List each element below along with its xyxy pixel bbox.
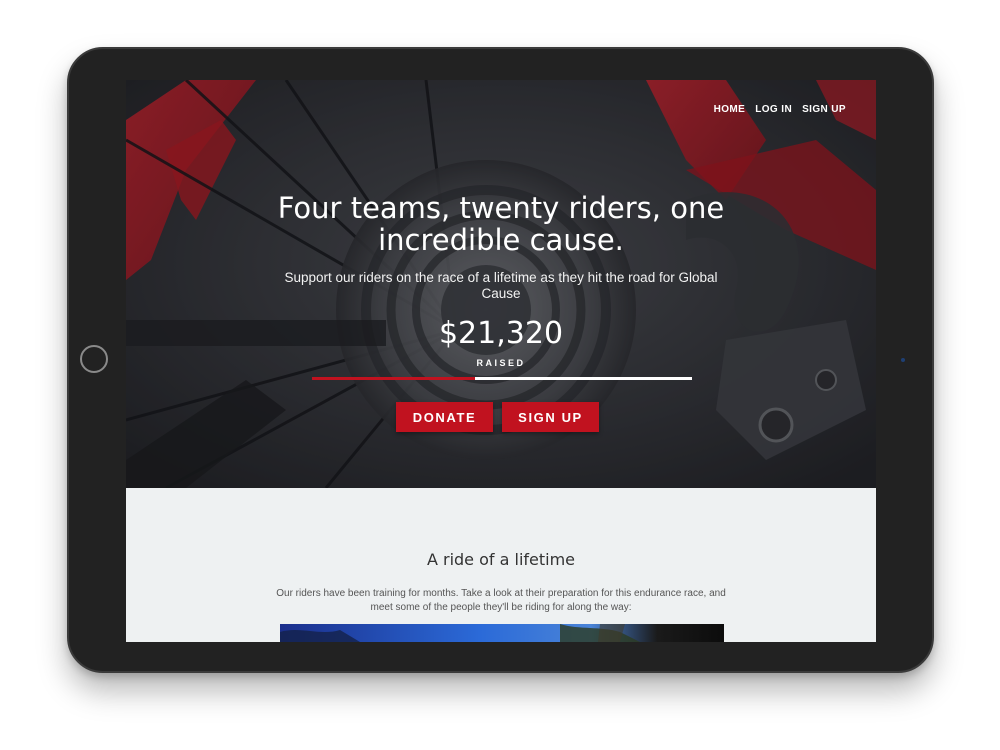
- raised-amount: $21,320: [438, 316, 564, 351]
- progress-fill: [312, 377, 476, 380]
- nav-login-link[interactable]: LOG IN: [755, 104, 792, 115]
- hero-title: Four teams, twenty riders, one incredibl…: [277, 191, 725, 257]
- top-nav: HOME LOG IN SIGN UP: [714, 104, 846, 115]
- fundraising-progress-bar: [312, 377, 692, 380]
- screen: HOME LOG IN SIGN UP Four teams, twenty r…: [126, 80, 876, 642]
- raised-label: RAISED: [476, 358, 526, 368]
- video-thumbnail-image: [280, 624, 724, 642]
- section-title: A ride of a lifetime: [426, 550, 576, 569]
- camera-dot: [901, 358, 905, 362]
- donate-button[interactable]: DONATE: [396, 402, 493, 432]
- section-body-text: Our riders have been training for months…: [276, 588, 726, 613]
- hero-section: HOME LOG IN SIGN UP Four teams, twenty r…: [126, 80, 876, 488]
- hero-subtitle: Support our riders on the race of a life…: [284, 270, 718, 301]
- sign-up-button[interactable]: SIGN UP: [502, 402, 599, 432]
- nav-home-link[interactable]: HOME: [714, 104, 746, 115]
- home-button: [80, 345, 108, 373]
- nav-signup-link[interactable]: SIGN UP: [802, 104, 846, 115]
- video-thumbnail[interactable]: [280, 624, 724, 642]
